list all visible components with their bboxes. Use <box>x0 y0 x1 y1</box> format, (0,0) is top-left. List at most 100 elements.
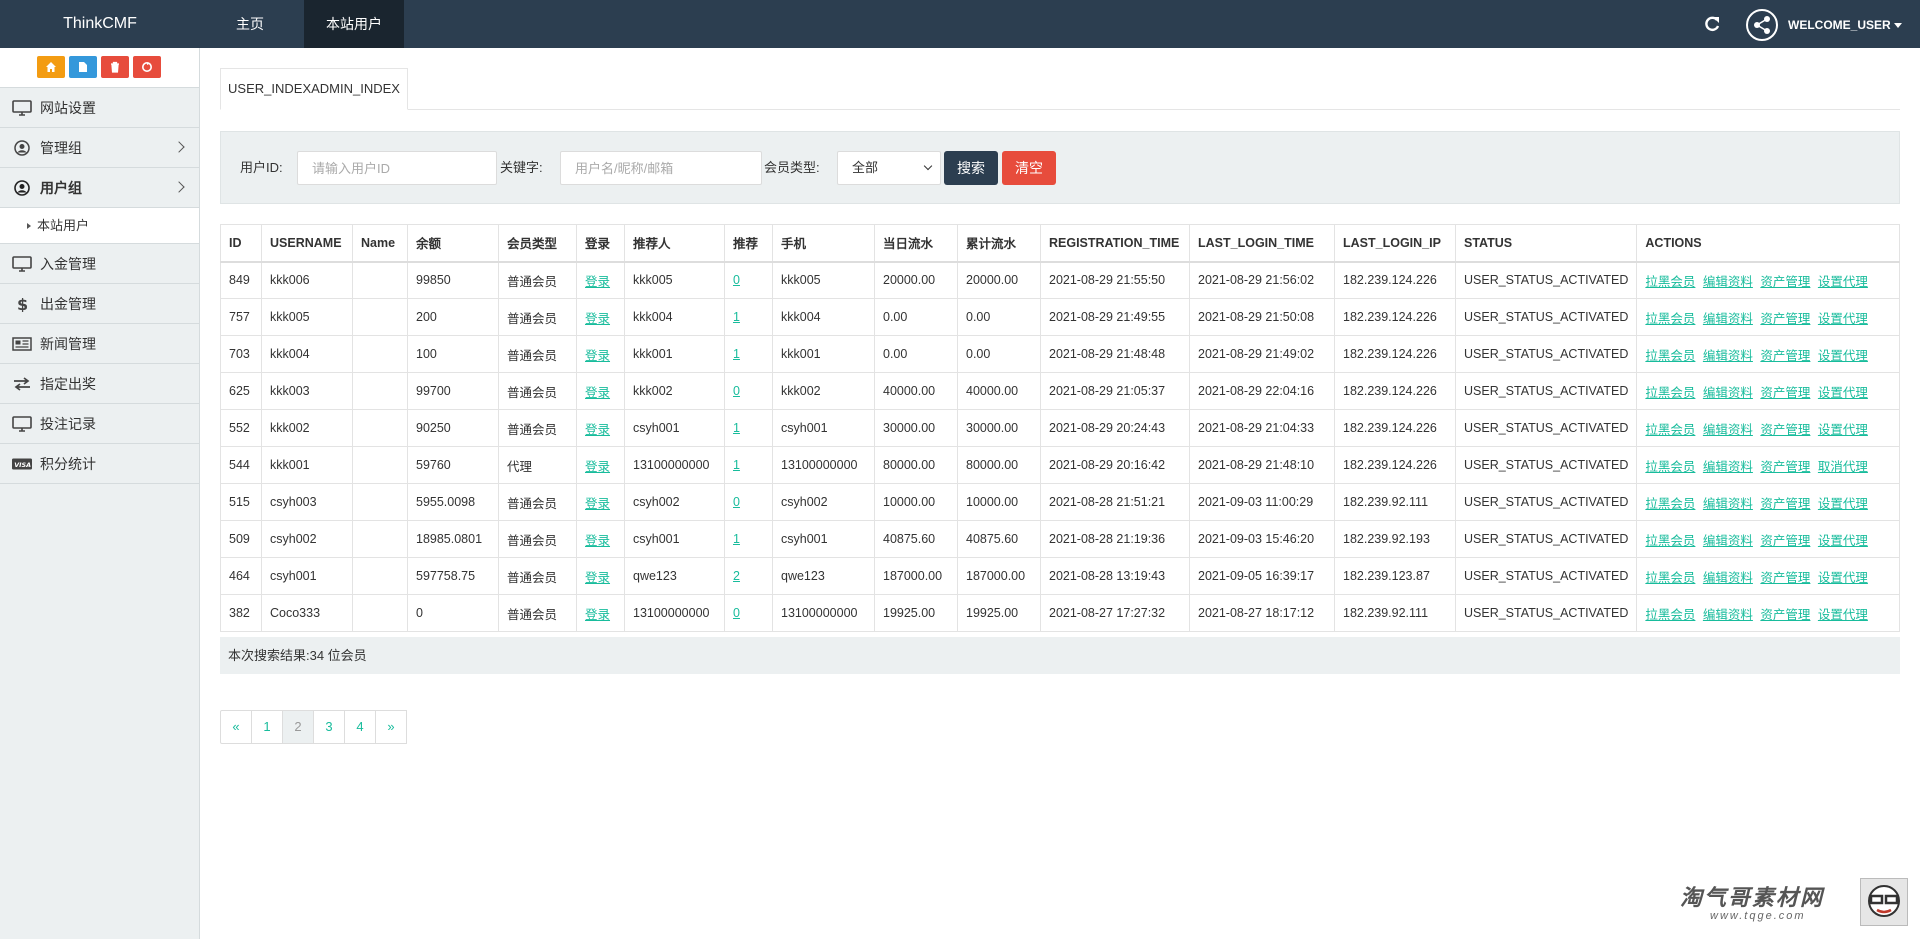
chevron-right-icon <box>173 181 185 193</box>
cell-login-link[interactable]: 登录 <box>585 349 610 363</box>
edit-profile-link[interactable]: 编辑资料 <box>1703 497 1753 511</box>
edit-profile-link[interactable]: 编辑资料 <box>1703 460 1753 474</box>
cell-referral-count-link[interactable]: 1 <box>733 532 740 546</box>
asset-manage-link[interactable]: 资产管理 <box>1760 571 1810 585</box>
asset-manage-link[interactable]: 资产管理 <box>1760 312 1810 326</box>
cell-referral-count-link[interactable]: 0 <box>733 384 740 398</box>
user-id-input[interactable] <box>297 151 497 185</box>
cell-status: USER_STATUS_ACTIVATED <box>1454 409 1638 447</box>
sidebar-item-user-group[interactable]: 用户组 <box>0 168 199 208</box>
agent-toggle-link[interactable]: 取消代理 <box>1818 460 1868 474</box>
file-button[interactable] <box>69 56 97 78</box>
cell-referral-count-link[interactable]: 0 <box>733 606 740 620</box>
page-button-4[interactable]: 4 <box>344 710 376 744</box>
page-button-3[interactable]: 3 <box>313 710 345 744</box>
agent-toggle-link[interactable]: 设置代理 <box>1818 386 1868 400</box>
recycle-button[interactable] <box>133 56 161 78</box>
sidebar-item-site-settings[interactable]: 网站设置 <box>0 88 199 128</box>
cell-referral-count-link[interactable]: 2 <box>733 569 740 583</box>
trash-button[interactable] <box>101 56 129 78</box>
cell-login: 登录 <box>576 298 625 336</box>
cell-login-link[interactable]: 登录 <box>585 423 610 437</box>
cell-referral-count-link[interactable]: 1 <box>733 347 740 361</box>
blacklist-link[interactable]: 拉黑会员 <box>1645 349 1695 363</box>
sidebar-subitem-site-users[interactable]: 本站用户 <box>0 208 199 244</box>
nav-tab-home[interactable]: 主页 <box>200 0 300 48</box>
edit-profile-link[interactable]: 编辑资料 <box>1703 608 1753 622</box>
edit-profile-link[interactable]: 编辑资料 <box>1703 386 1753 400</box>
asset-manage-link[interactable]: 资产管理 <box>1760 497 1810 511</box>
user-avatar-icon[interactable] <box>1746 9 1778 41</box>
sidebar-item-points-stats[interactable]: VISA 积分统计 <box>0 444 199 484</box>
asset-manage-link[interactable]: 资产管理 <box>1760 460 1810 474</box>
cell-login-link[interactable]: 登录 <box>585 312 610 326</box>
blacklist-link[interactable]: 拉黑会员 <box>1645 608 1695 622</box>
edit-profile-link[interactable]: 编辑资料 <box>1703 312 1753 326</box>
asset-manage-link[interactable]: 资产管理 <box>1760 349 1810 363</box>
edit-profile-link[interactable]: 编辑资料 <box>1703 423 1753 437</box>
nav-tab-users[interactable]: 本站用户 <box>304 0 404 48</box>
refresh-icon[interactable] <box>1700 12 1724 36</box>
user-menu[interactable]: WELCOME_USER <box>1788 0 1902 48</box>
tab-user-index[interactable]: USER_INDEXADMIN_INDEX <box>220 68 408 110</box>
search-button[interactable]: 搜索 <box>944 151 998 185</box>
brand-logo[interactable]: ThinkCMF <box>0 0 200 48</box>
blacklist-link[interactable]: 拉黑会员 <box>1645 571 1695 585</box>
cell-login-link[interactable]: 登录 <box>585 460 610 474</box>
cell-login-link[interactable]: 登录 <box>585 275 610 289</box>
page-button-1[interactable]: 1 <box>251 710 283 744</box>
sidebar-item-designate-prize[interactable]: 指定出奖 <box>0 364 199 404</box>
agent-toggle-link[interactable]: 设置代理 <box>1818 349 1868 363</box>
blacklist-link[interactable]: 拉黑会员 <box>1645 386 1695 400</box>
edit-profile-link[interactable]: 编辑资料 <box>1703 275 1753 289</box>
cell-referral-count-link[interactable]: 0 <box>733 273 740 287</box>
cell-login: 登录 <box>576 446 625 484</box>
prev-page-button[interactable]: « <box>220 710 252 744</box>
agent-toggle-link[interactable]: 设置代理 <box>1818 423 1868 437</box>
agent-toggle-link[interactable]: 设置代理 <box>1818 312 1868 326</box>
cell-last-login-time: 2021-08-29 21:56:02 <box>1189 261 1335 299</box>
asset-manage-link[interactable]: 资产管理 <box>1760 275 1810 289</box>
agent-toggle-link[interactable]: 设置代理 <box>1818 497 1868 511</box>
clear-button[interactable]: 清空 <box>1002 151 1056 185</box>
agent-toggle-link[interactable]: 设置代理 <box>1818 534 1868 548</box>
blacklist-link[interactable]: 拉黑会员 <box>1645 312 1695 326</box>
agent-toggle-link[interactable]: 设置代理 <box>1818 608 1868 622</box>
agent-toggle-link[interactable]: 设置代理 <box>1818 571 1868 585</box>
next-page-button[interactable]: » <box>375 710 407 744</box>
cell-referral-count-link[interactable]: 0 <box>733 495 740 509</box>
blacklist-link[interactable]: 拉黑会员 <box>1645 460 1695 474</box>
blacklist-link[interactable]: 拉黑会员 <box>1645 423 1695 437</box>
cell-login-link[interactable]: 登录 <box>585 571 610 585</box>
cell-referral-count-link[interactable]: 1 <box>733 458 740 472</box>
asset-manage-link[interactable]: 资产管理 <box>1760 423 1810 437</box>
cell-referral-count-link[interactable]: 1 <box>733 310 740 324</box>
keyword-input[interactable] <box>560 151 762 185</box>
sidebar-item-bet-records[interactable]: 投注记录 <box>0 404 199 444</box>
cell-login-link[interactable]: 登录 <box>585 534 610 548</box>
blacklist-link[interactable]: 拉黑会员 <box>1645 534 1695 548</box>
home-button[interactable] <box>37 56 65 78</box>
cell-last-login-ip: 182.239.92.193 <box>1334 520 1456 558</box>
edit-profile-link[interactable]: 编辑资料 <box>1703 534 1753 548</box>
blacklist-link[interactable]: 拉黑会员 <box>1645 497 1695 511</box>
cell-id: 849 <box>220 261 262 299</box>
member-type-select[interactable]: 全部 <box>837 151 941 185</box>
cell-referral-count: 2 <box>724 557 773 595</box>
asset-manage-link[interactable]: 资产管理 <box>1760 386 1810 400</box>
cell-login-link[interactable]: 登录 <box>585 608 610 622</box>
sidebar-item-news[interactable]: 新闻管理 <box>0 324 199 364</box>
edit-profile-link[interactable]: 编辑资料 <box>1703 349 1753 363</box>
sidebar-item-admin-group[interactable]: 管理组 <box>0 128 199 168</box>
cell-login-link[interactable]: 登录 <box>585 497 610 511</box>
asset-manage-link[interactable]: 资产管理 <box>1760 534 1810 548</box>
edit-profile-link[interactable]: 编辑资料 <box>1703 571 1753 585</box>
cell-referral-count-link[interactable]: 1 <box>733 421 740 435</box>
blacklist-link[interactable]: 拉黑会员 <box>1645 275 1695 289</box>
agent-toggle-link[interactable]: 设置代理 <box>1818 275 1868 289</box>
sidebar-item-deposit[interactable]: 入金管理 <box>0 244 199 284</box>
cell-login-link[interactable]: 登录 <box>585 386 610 400</box>
sidebar-item-withdraw[interactable]: $ 出金管理 <box>0 284 199 324</box>
sidebar-item-label: 积分统计 <box>40 456 96 472</box>
asset-manage-link[interactable]: 资产管理 <box>1760 608 1810 622</box>
